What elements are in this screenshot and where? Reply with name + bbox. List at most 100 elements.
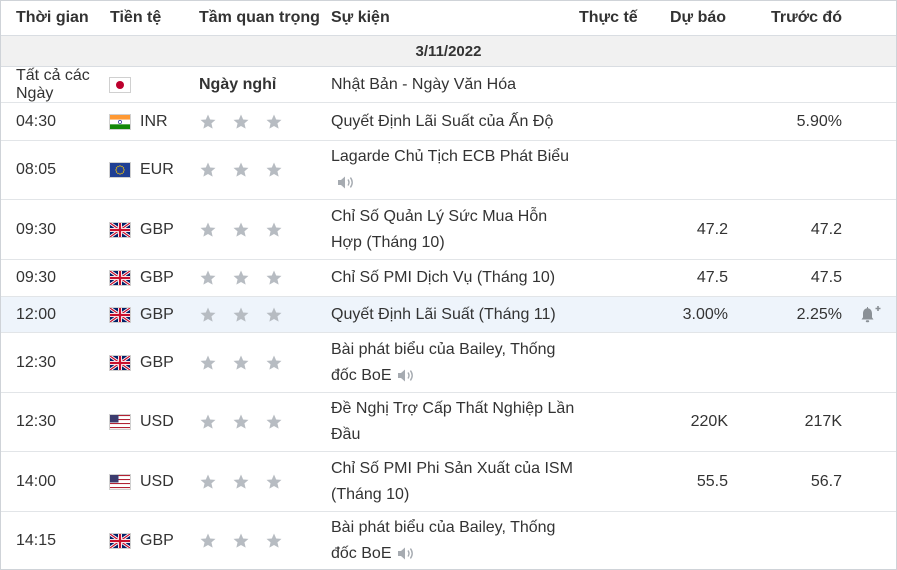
importance-star-icon — [200, 355, 216, 370]
importance-stars — [199, 393, 319, 451]
importance-star-icon — [233, 114, 249, 129]
event-actual — [561, 103, 638, 140]
header-previous[interactable]: Trước đó — [771, 9, 842, 27]
holiday-event[interactable]: Nhật Bản - Ngày Văn Hóa — [331, 67, 576, 102]
event-row[interactable]: 14:00 USD Chỉ Số PMI Phi Sản Xuất của ISM … — [1, 452, 896, 512]
event-name[interactable]: Bài phát biểu của Bailey, Thống đốc BoE — [331, 333, 576, 392]
event-currency: GBP — [140, 532, 174, 549]
event-forecast: 3.00% — [682, 305, 728, 323]
event-name-text[interactable]: Đề Nghị Trợ Cấp Thất Nghiệp Lần Đầu — [331, 400, 574, 443]
currency-flag — [110, 141, 132, 199]
event-time: 08:05 — [16, 161, 57, 178]
event-name[interactable]: Quyết Định Lãi Suất của Ấn Độ — [331, 103, 576, 140]
event-name-text[interactable]: Quyết Định Lãi Suất của Ấn Độ — [331, 113, 553, 130]
currency-flag — [110, 297, 132, 332]
event-actual — [561, 393, 638, 451]
importance-star-icon — [233, 307, 249, 322]
importance-stars — [199, 333, 319, 392]
speech-icon — [338, 176, 353, 189]
event-name[interactable]: Chỉ Số PMI Phi Sản Xuất của ISM (Tháng 1… — [331, 452, 576, 511]
holiday-row[interactable]: Tất cả các Ngày Ngày nghỉ Nhật Bản - Ngà… — [1, 67, 896, 103]
header-currency[interactable]: Tiền tệ — [110, 9, 161, 27]
event-forecast: 220K — [690, 413, 728, 430]
currency-flag — [110, 393, 132, 451]
header-time[interactable]: Thời gian — [16, 9, 89, 27]
importance-star-icon — [200, 307, 216, 322]
india-flag-icon — [110, 114, 130, 129]
speech-icon — [398, 369, 414, 381]
eu-flag-icon — [110, 163, 130, 177]
event-forecast — [641, 103, 728, 140]
event-name-text[interactable]: Lagarde Chủ Tịch ECB Phát Biểu — [331, 148, 569, 165]
event-time: 14:00 — [16, 472, 57, 490]
alert-button[interactable] — [859, 297, 883, 332]
event-row[interactable]: 14:15 GBP Bài phát biểu của Bailey, Thống … — [1, 512, 896, 569]
event-name[interactable]: Đề Nghị Trợ Cấp Thất Nghiệp Lần Đầu — [331, 393, 576, 451]
event-name-text[interactable]: Chỉ Số Quản Lý Sức Mua Hỗn Hợp (Tháng 10… — [331, 208, 547, 251]
header-forecast[interactable]: Dự báo — [670, 9, 726, 27]
header-event[interactable]: Sự kiện — [331, 9, 390, 27]
importance-star-icon — [233, 355, 249, 370]
importance-star-icon — [200, 162, 216, 177]
event-name-text[interactable]: Chỉ Số PMI Phi Sản Xuất của ISM (Tháng 1… — [331, 460, 573, 503]
event-previous: 47.5 — [810, 269, 842, 286]
table-header: Thời gian Tiền tệ Tầm quan trọng Sự kiện… — [1, 1, 896, 35]
importance-star-icon — [266, 307, 282, 322]
event-previous — [751, 512, 842, 569]
importance-star-icon — [266, 355, 282, 370]
event-name-text[interactable]: Bài phát biểu của Bailey, Thống đốc BoE — [331, 341, 555, 384]
event-currency: GBP — [140, 269, 174, 286]
importance-stars — [199, 141, 319, 199]
event-name[interactable]: Bài phát biểu của Bailey, Thống đốc BoE — [331, 512, 576, 569]
event-currency: EUR — [140, 161, 174, 178]
currency-flag — [110, 260, 132, 296]
event-name-text[interactable]: Chỉ Số PMI Dịch Vụ (Tháng 10) — [331, 269, 555, 286]
currency-flag — [110, 103, 132, 140]
currency-flag — [110, 200, 132, 259]
event-actual — [561, 141, 638, 199]
event-time: 12:30 — [16, 413, 57, 430]
event-name-text[interactable]: Bài phát biểu của Bailey, Thống đốc BoE — [331, 519, 555, 562]
event-row[interactable]: 09:30 GBP Chỉ Số Quản Lý Sức Mua Hỗn Hợp (… — [1, 200, 896, 260]
event-name-text[interactable]: Quyết Định Lãi Suất (Tháng 11) — [331, 306, 556, 323]
event-row[interactable]: 12:30 USD Đề Nghị Trợ Cấp Thất Nghiệp Lần … — [1, 393, 896, 452]
event-row[interactable]: 04:30 INR Quyết Định Lãi Suất của Ấn Độ 5.9… — [1, 103, 896, 141]
event-time: 14:15 — [16, 532, 57, 549]
event-currency: INR — [140, 112, 168, 130]
event-row[interactable]: 08:05 EUR Lagarde Chủ Tịch ECB Phát Biểu — [1, 141, 896, 200]
event-previous: 5.90% — [796, 112, 842, 130]
us-flag-icon — [110, 474, 130, 488]
importance-star-icon — [266, 114, 282, 129]
uk-flag-icon — [110, 271, 130, 285]
holiday-label: Ngày nghỉ — [199, 75, 277, 93]
event-row[interactable]: 12:30 GBP Bài phát biểu của Bailey, Thống … — [1, 333, 896, 393]
header-actual[interactable]: Thực tế — [579, 9, 638, 27]
event-currency: USD — [140, 472, 174, 490]
event-actual — [561, 297, 638, 332]
event-row[interactable]: 12:00 GBP Quyết Định Lãi Suất (Tháng 11) 3.… — [1, 297, 896, 333]
event-time: 04:30 — [16, 112, 57, 130]
event-name[interactable]: Chỉ Số PMI Dịch Vụ (Tháng 10) — [331, 260, 576, 296]
importance-star-icon — [266, 414, 282, 429]
event-currency: GBP — [140, 353, 174, 371]
event-time: 09:30 — [16, 220, 57, 238]
event-forecast — [641, 512, 728, 569]
importance-star-icon — [233, 222, 249, 237]
importance-star-icon — [200, 270, 216, 285]
event-currency: USD — [140, 413, 174, 430]
importance-star-icon — [200, 222, 216, 237]
event-name[interactable]: Chỉ Số Quản Lý Sức Mua Hỗn Hợp (Tháng 10… — [331, 200, 576, 259]
header-importance[interactable]: Tầm quan trọng — [199, 9, 320, 27]
uk-flag-icon — [110, 222, 130, 237]
event-previous: 2.25% — [796, 305, 842, 323]
event-row[interactable]: 09:30 GBP Chỉ Số PMI Dịch Vụ (Tháng 10) 47.… — [1, 260, 896, 297]
event-actual — [561, 200, 638, 259]
speech-icon — [398, 547, 414, 560]
importance-star-icon — [200, 414, 216, 429]
importance-stars — [199, 452, 319, 511]
alert-bell-icon[interactable] — [860, 305, 882, 325]
event-name[interactable]: Lagarde Chủ Tịch ECB Phát Biểu — [331, 141, 576, 199]
importance-star-icon — [266, 533, 282, 548]
importance-star-icon — [266, 270, 282, 285]
event-name[interactable]: Quyết Định Lãi Suất (Tháng 11) — [331, 297, 576, 332]
